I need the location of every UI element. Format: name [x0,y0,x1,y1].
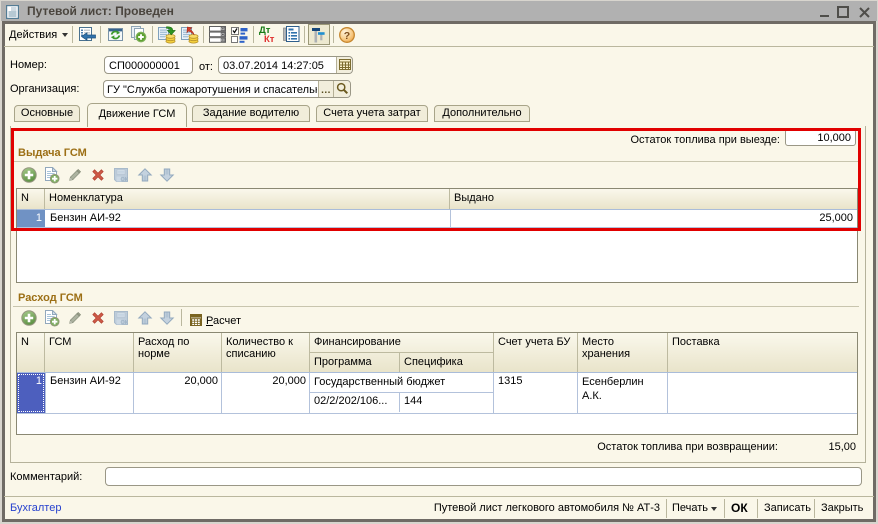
svg-text:ОК: ОК [121,320,129,326]
svg-text:?: ? [344,30,350,42]
